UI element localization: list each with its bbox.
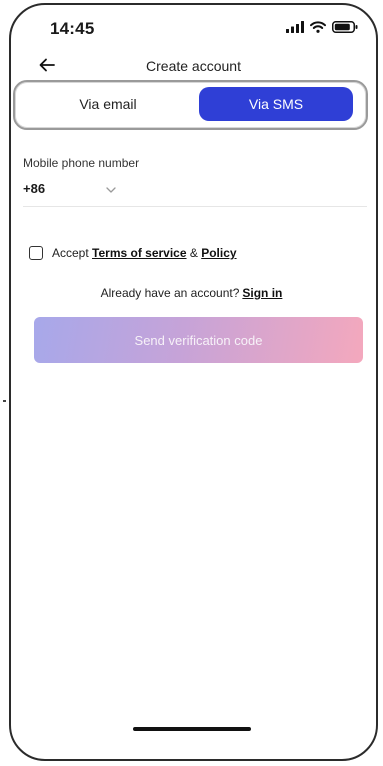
status-icons	[286, 21, 358, 33]
terms-of-service-link[interactable]: Terms of service	[92, 246, 187, 260]
navigation-bar: Create account	[11, 53, 376, 81]
status-bar: 14:45	[11, 5, 376, 53]
policy-link[interactable]: Policy	[201, 246, 236, 260]
signin-link[interactable]: Sign in	[242, 286, 282, 300]
send-verification-code-button[interactable]: Send verification code	[34, 317, 363, 363]
accept-terms-checkbox[interactable]	[29, 246, 43, 260]
phone-number-row: +86	[23, 178, 367, 207]
page-title: Create account	[146, 58, 241, 74]
signal-icon	[286, 21, 304, 33]
signup-method-tabs: Via email Via SMS	[13, 80, 368, 130]
chevron-down-icon[interactable]	[105, 184, 117, 196]
terms-text: Accept Terms of service & Policy	[52, 246, 237, 260]
tab-via-email[interactable]: Via email	[31, 87, 185, 121]
tab-via-sms[interactable]: Via SMS	[199, 87, 353, 121]
phone-number-input[interactable]	[133, 178, 367, 206]
battery-icon	[332, 21, 358, 33]
country-code[interactable]: +86	[23, 181, 45, 196]
terms-row: Accept Terms of service & Policy	[29, 244, 237, 262]
terms-prefix: Accept	[52, 246, 93, 260]
wifi-icon	[310, 21, 326, 33]
signin-prompt: Already have an account?	[100, 286, 240, 300]
terms-joiner: &	[186, 246, 202, 260]
signin-row: Already have an account? Sign in	[0, 286, 383, 300]
phone-number-label: Mobile phone number	[23, 156, 140, 170]
decorative-dash	[3, 400, 6, 402]
status-time: 14:45	[50, 19, 95, 38]
home-indicator	[133, 727, 251, 731]
